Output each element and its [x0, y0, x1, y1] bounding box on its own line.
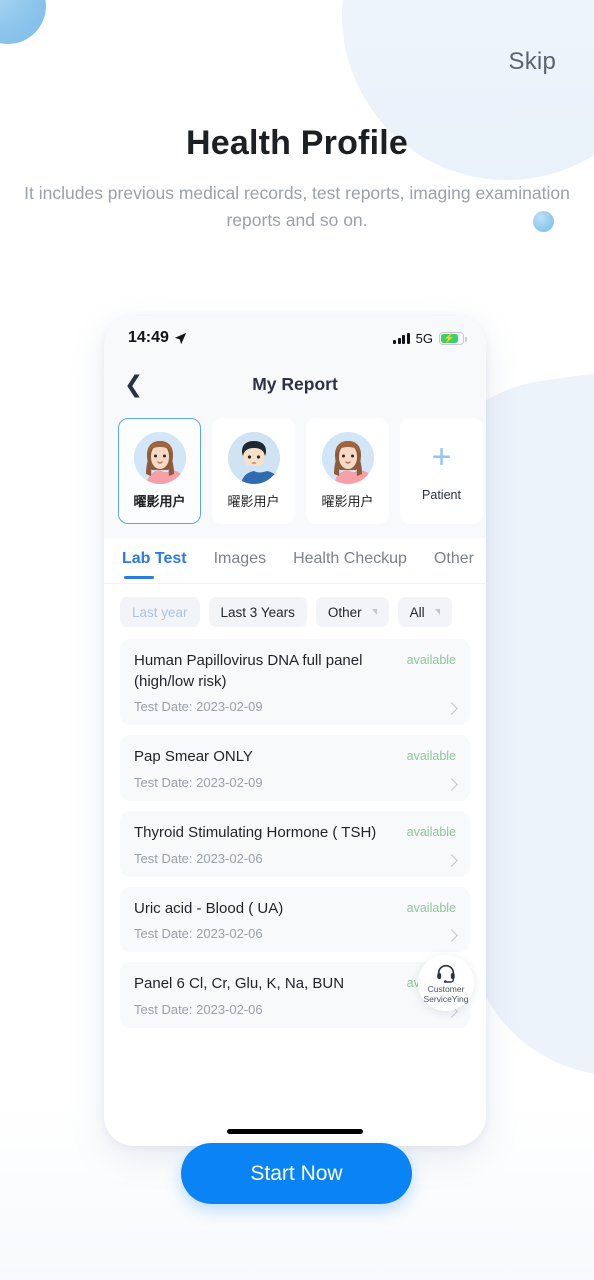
patient-card-1[interactable]: 曜影用户	[118, 418, 201, 524]
report-tabs[interactable]: Lab Test Images Health Checkup Other	[104, 538, 486, 584]
tab-lab-test[interactable]: Lab Test	[122, 550, 187, 579]
report-date: Test Date: 2023-02-06	[134, 926, 263, 942]
page-subtitle: It includes previous medical records, te…	[24, 183, 570, 231]
filter-chip-other[interactable]: Other	[315, 597, 389, 627]
battery-fill: ⚡	[441, 332, 458, 343]
status-badge: available	[406, 825, 456, 840]
home-indicator	[227, 1129, 363, 1134]
add-patient-label: Patient	[422, 488, 461, 502]
filter-chips[interactable]: Last year Last 3 Years Other All	[104, 584, 486, 639]
decorative-circle-top-left	[0, 0, 46, 44]
status-bar-right: 5G ⚡	[393, 330, 467, 346]
report-date: Test Date: 2023-02-06	[134, 1002, 263, 1018]
report-date: Test Date: 2023-02-09	[134, 699, 263, 715]
cs-line-1: Customer	[427, 983, 465, 994]
headset-icon	[437, 964, 455, 983]
filter-chip-last-3-years[interactable]: Last 3 Years	[208, 597, 307, 627]
report-name: Panel 6 Cl, Cr, Glu, K, Na, BUN	[134, 975, 345, 993]
patient-selector[interactable]: 曜影用户 曜影用户 曜影用户 + Patient	[104, 408, 486, 538]
report-date: Test Date: 2023-02-06	[134, 850, 263, 866]
report-name: Uric acid - Blood ( UA)	[134, 899, 284, 917]
filter-label: Other	[327, 604, 362, 620]
filter-chip-all[interactable]: All	[397, 597, 452, 627]
patient-name: 曜影用户	[133, 494, 186, 509]
report-list-item[interactable]: Panel 6 Cl, Cr, Glu, K, Na, BUN availabl…	[120, 962, 470, 1029]
avatar-man-dark-hair	[227, 432, 280, 484]
filter-label: Last 3 Years	[220, 604, 295, 620]
page-title: Health Profile	[186, 124, 408, 162]
start-now-button[interactable]: Start Now	[181, 1143, 412, 1204]
chevron-down-icon	[371, 609, 377, 615]
avatar-woman-brown-hair	[321, 432, 374, 484]
phone-mockup: 14:49 5G ⚡ ❮ My Report 曜影用户 曜影用户 曜影用户 + …	[104, 316, 486, 1146]
report-name: Human Papillovirus DNA full panel (high/…	[134, 652, 363, 690]
add-patient-card[interactable]: + Patient	[400, 418, 483, 524]
tab-health-checkup[interactable]: Health Checkup	[293, 550, 407, 579]
filter-label: All	[409, 604, 425, 620]
report-date: Test Date: 2023-02-09	[134, 775, 263, 791]
avatar-woman-brown-hair	[133, 432, 186, 484]
report-name: Thyroid Stimulating Hormone ( TSH)	[134, 824, 377, 842]
report-list-item[interactable]: Human Papillovirus DNA full panel (high/…	[120, 639, 470, 726]
location-arrow-icon	[174, 332, 187, 344]
nav-title: My Report	[252, 373, 338, 394]
network-label: 5G	[415, 330, 433, 346]
report-list-item[interactable]: Pap Smear ONLY available Test Date: 2023…	[120, 735, 470, 802]
tab-images[interactable]: Images	[214, 550, 266, 579]
patient-card-3[interactable]: 曜影用户	[306, 418, 389, 524]
filter-label: Last year	[132, 604, 188, 620]
report-list-item[interactable]: Uric acid - Blood ( UA) available Test D…	[120, 886, 470, 953]
status-bar-time: 14:49	[128, 329, 169, 346]
report-name: Pap Smear ONLY	[134, 748, 253, 766]
signal-bars-icon	[393, 332, 410, 344]
status-bar-left: 14:49	[128, 329, 187, 347]
customer-service-label: Customer ServiceYing	[423, 983, 469, 1004]
nav-bar: ❮ My Report	[104, 360, 486, 408]
report-list-item[interactable]: Thyroid Stimulating Hormone ( TSH) avail…	[120, 811, 470, 877]
battery-charging-icon: ⚡	[439, 331, 467, 345]
patient-card-2[interactable]: 曜影用户	[212, 418, 295, 524]
status-badge: available	[406, 653, 456, 667]
tab-other[interactable]: Other	[434, 550, 474, 579]
cs-line-2: ServiceYing	[423, 993, 469, 1004]
status-badge: available	[406, 900, 456, 915]
plus-icon: +	[431, 438, 452, 476]
customer-service-button[interactable]: Customer ServiceYing	[418, 955, 474, 1011]
chevron-down-icon	[434, 609, 440, 615]
bolt-icon: ⚡	[443, 332, 456, 343]
patient-name: 曜影用户	[227, 494, 280, 509]
skip-button[interactable]: Skip	[509, 48, 557, 76]
onboarding-screen: Skip Health Profile It includes previous…	[0, 0, 594, 1280]
filter-chip-last-year[interactable]: Last year	[120, 597, 200, 627]
status-bar: 14:49 5G ⚡	[104, 316, 486, 360]
status-badge: available	[406, 749, 456, 764]
patient-name: 曜影用户	[321, 494, 374, 509]
